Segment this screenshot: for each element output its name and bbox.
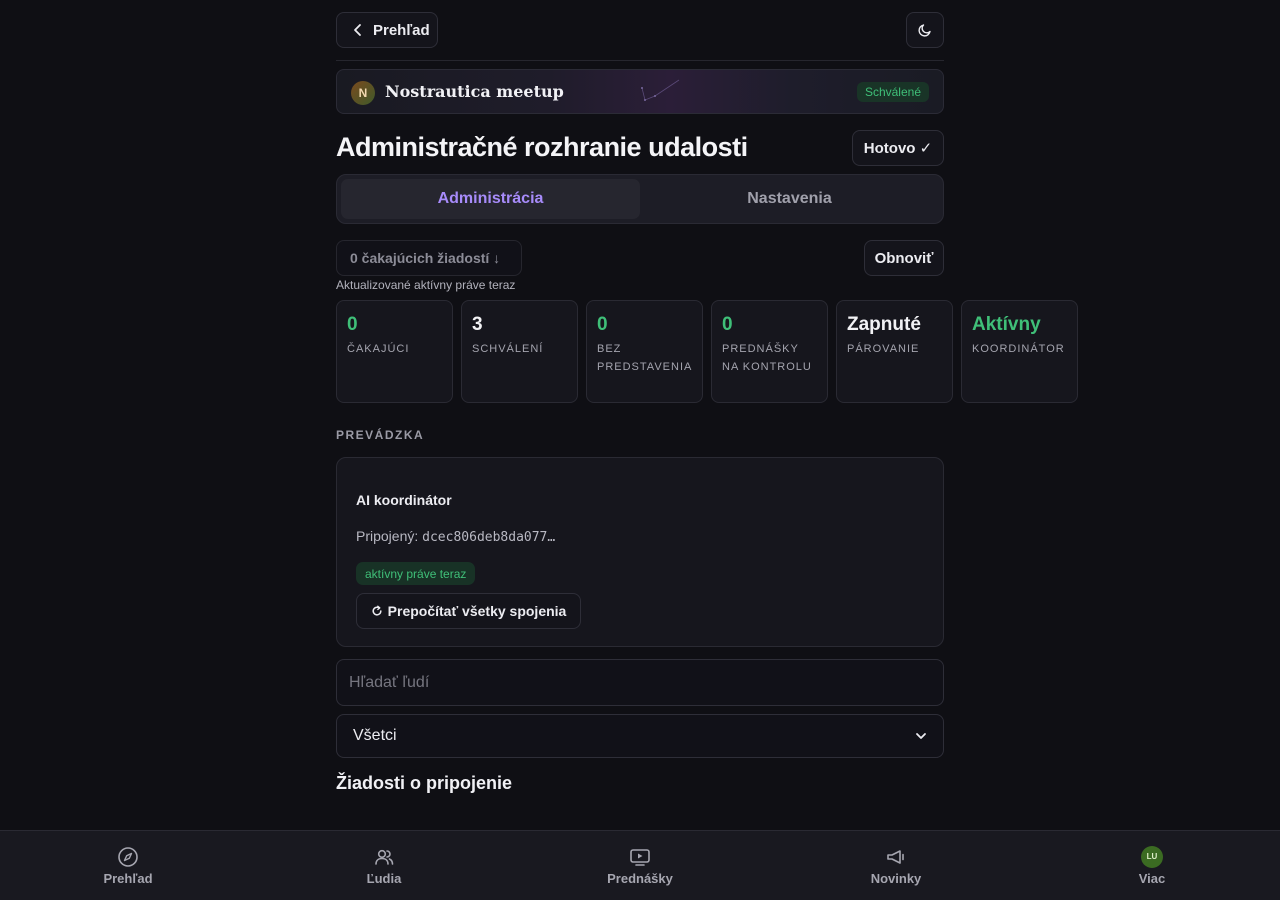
tab-administration[interactable]: Administrácia [341,179,640,219]
people-icon [375,849,394,865]
stat-card-talks-review: 0 Prednášky na kontrolu [711,300,828,403]
chevron-left-icon [354,24,361,36]
stat-label: Čakajúci [347,343,410,355]
top-bar: Prehľad [336,12,944,48]
refresh-icon [372,605,382,616]
ai-coordinator-card: AI koordinátor Pripojený: dcec806deb8da0… [336,457,944,647]
stat-card-approved: 3 Schválení [461,300,578,403]
nav-label: Novinky [870,870,922,886]
updated-note: Aktualizované aktívny práve teraz [336,278,516,292]
recalculate-connections-button[interactable]: Prepočítať všetky spojenia [356,593,581,629]
nav-label: Ľudia [366,870,402,886]
tab-settings[interactable]: Nastavenia [640,179,939,219]
refresh-button[interactable]: Obnoviť [864,240,944,276]
stat-label: Párovanie [847,343,920,355]
nav-item-talks[interactable]: Prednášky [512,831,768,900]
stat-label: Koordinátor [972,343,1065,355]
stat-value: 0 [597,314,608,335]
stat-card-pending: 0 Čakajúci [336,300,453,403]
avatar: LU [1141,845,1163,868]
filter-selected-value: Všetci [353,727,397,744]
stat-value: 0 [722,314,733,335]
nav-item-more[interactable]: LU Viac [1024,831,1280,900]
stat-value: Aktívny [972,314,1041,335]
back-button-label: Prehľad [373,21,430,39]
done-button[interactable]: Hotovo ✓ [852,130,944,166]
admin-tabs: Administrácia Nastavenia [336,174,944,224]
people-filter-select[interactable]: Všetci [336,714,944,758]
chevron-down-icon [916,733,926,739]
back-button[interactable]: Prehľad [336,12,438,48]
stat-label: Schválení [472,343,544,355]
connected-key: dcec806deb8da077… [422,530,556,545]
search-people-input[interactable] [336,659,944,706]
ai-coordinator-title: AI koordinátor [356,492,452,508]
stat-label: Prednášky na kontrolu [722,343,812,373]
compass-icon [118,846,138,867]
page-title: Administračné rozhranie udalosti [336,132,748,162]
stats-row: 0 Čakajúci 3 Schválení 0 Bez predstaveni… [336,300,1078,403]
connected-prefix: Pripojený: [356,528,423,544]
nav-item-news[interactable]: Novinky [768,831,1024,900]
event-avatar: N [351,81,375,105]
nav-label: Viac [1138,870,1166,886]
nav-item-overview[interactable]: Prehľad [0,831,256,900]
stat-value: 3 [472,314,483,335]
stat-label: Bez predstavenia [597,343,693,373]
stat-value: Zapnuté [847,314,921,335]
nav-label: Prehľad [103,870,153,886]
stat-card-matching: Zapnuté Párovanie [836,300,953,403]
nav-item-people[interactable]: Ľudia [256,831,512,900]
nav-label: Prednášky [607,870,673,886]
megaphone-icon [887,849,904,864]
bottom-navigation: Prehľad Ľudia Prednášky Novinky LU Viac [0,830,1280,900]
constellation-decoration [641,79,680,101]
moon-icon [918,24,931,37]
stat-value: 0 [347,314,358,335]
theme-toggle-button[interactable] [906,12,944,48]
event-banner[interactable]: N Nostrautica meetup Schválené [336,69,944,114]
video-icon [630,848,650,866]
top-divider [336,60,944,61]
pending-requests-button[interactable]: 0 čakajúcich žiadostí ↓ [336,240,522,276]
event-status-badge: Schválené [856,82,929,102]
stat-card-no-intro: 0 Bez predstavenia [586,300,703,403]
operations-section-label: PREVÁDZKA [336,428,425,442]
recalculate-label: Prepočítať všetky spojenia [387,603,567,619]
ai-status-badge: aktívny práve teraz [356,562,476,585]
stat-card-coordinator: Aktívny Koordinátor [961,300,1078,403]
event-name: Nostrautica meetup [385,82,564,101]
ai-connection-info: Pripojený: dcec806deb8da077… [356,528,555,545]
join-requests-title: Žiadosti o pripojenie [336,773,513,793]
